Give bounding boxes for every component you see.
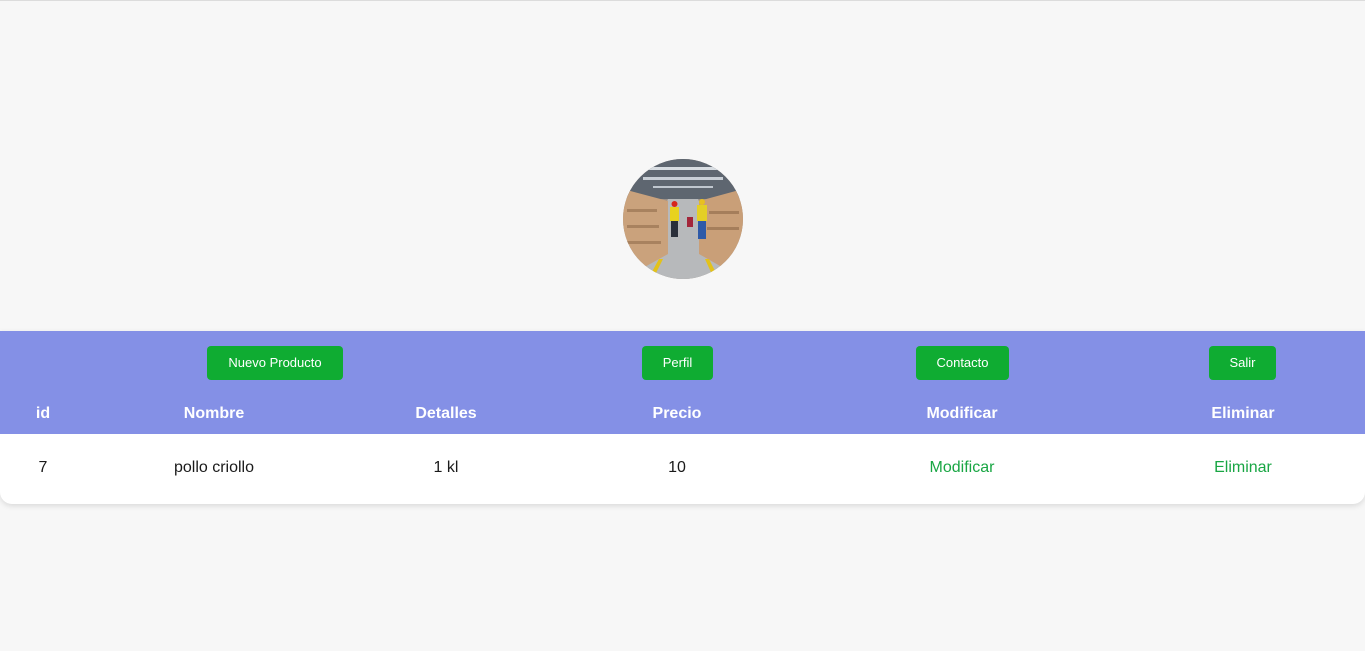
profile-button[interactable]: Perfil (642, 346, 713, 380)
contact-button[interactable]: Contacto (916, 346, 1009, 380)
column-header-nombre: Nombre (183, 405, 245, 422)
delete-link[interactable]: Eliminar (1214, 459, 1272, 476)
modify-link[interactable]: Modificar (930, 459, 995, 476)
products-panel: Nuevo Producto Perfil Contacto Salir id … (0, 331, 1365, 504)
column-header-precio: Precio (652, 405, 702, 422)
table-header: Nuevo Producto Perfil Contacto Salir id … (0, 331, 1365, 434)
cell-detalles: 1 kl (433, 459, 459, 476)
column-header-eliminar: Eliminar (1211, 405, 1275, 422)
cell-modificar: Modificar (862, 459, 1062, 477)
warehouse-avatar-image (623, 159, 743, 279)
new-product-button[interactable]: Nuevo Producto (207, 346, 343, 380)
top-divider (0, 0, 1365, 1)
column-header-modificar: Modificar (926, 405, 998, 422)
cell-eliminar: Eliminar (1143, 459, 1343, 477)
warehouse-photo-icon (623, 159, 743, 279)
column-header-detalles: Detalles (415, 405, 477, 422)
cell-nombre: pollo criollo (173, 459, 255, 476)
cell-precio: 10 (668, 459, 686, 476)
logout-button[interactable]: Salir (1209, 346, 1276, 380)
